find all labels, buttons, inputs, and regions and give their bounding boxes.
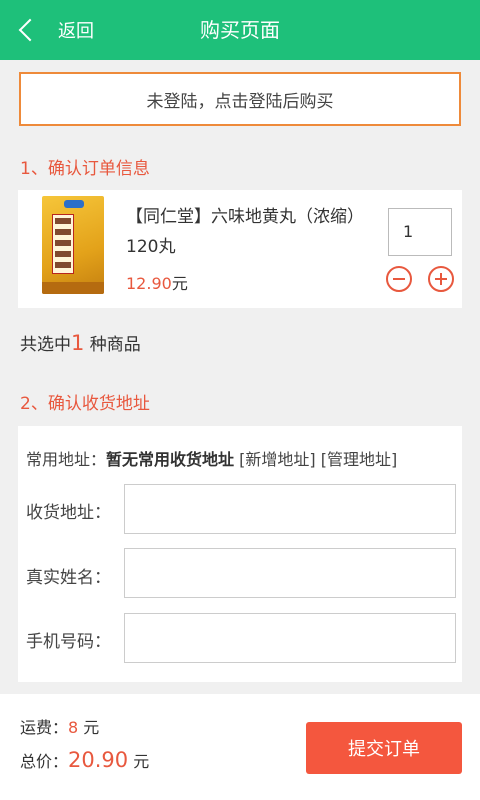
selection-suffix: 种商品 <box>84 335 141 355</box>
order-section-title: 1、确认订单信息 <box>20 159 150 179</box>
product-card: 【同仁堂】六味地黄丸（浓缩）120丸 12.90元 1 <box>18 190 462 308</box>
phone-field[interactable] <box>124 613 456 663</box>
phone-field-label: 手机号码： <box>26 632 111 652</box>
footer-bar: 运费：8 元 总价：20.90 元 提交订单 <box>0 694 480 800</box>
common-address-label: 常用地址： <box>26 450 107 469</box>
add-address-link[interactable]: [新增地址] <box>239 450 316 469</box>
address-section-title: 2、确认收货地址 <box>20 394 150 414</box>
shipping-unit: 元 <box>78 718 100 737</box>
shipping-fee: 运费：8 元 <box>20 714 99 738</box>
product-name[interactable]: 【同仁堂】六味地黄丸（浓缩）120丸 <box>126 202 366 262</box>
shipping-label: 运费： <box>20 718 69 737</box>
header-bar: 返回 购买页面 <box>0 0 480 60</box>
name-field[interactable] <box>124 548 456 598</box>
minus-icon[interactable] <box>386 266 412 292</box>
quantity-input[interactable]: 1 <box>388 208 452 256</box>
total-unit: 元 <box>128 752 150 771</box>
address-form: 常用地址：暂无常用收货地址 [新增地址] [管理地址] 收货地址： 真实姓名： … <box>18 426 462 682</box>
price-unit: 元 <box>171 274 188 293</box>
shipping-value: 8 <box>68 718 79 737</box>
total-price: 总价：20.90 元 <box>20 748 149 772</box>
product-price: 12.90元 <box>126 270 188 294</box>
address-field[interactable] <box>124 484 456 534</box>
submit-order-button[interactable]: 提交订单 <box>306 722 462 774</box>
page-title: 购买页面 <box>200 18 280 42</box>
selection-prefix: 共选中 <box>20 335 71 355</box>
selection-number: 1 <box>71 331 85 355</box>
total-label: 总价： <box>20 752 69 771</box>
selection-count: 共选中1 种商品 <box>20 330 141 355</box>
plus-icon[interactable] <box>428 266 454 292</box>
common-address-value: 暂无常用收货地址 <box>106 450 235 469</box>
name-field-label: 真实姓名： <box>26 568 111 588</box>
common-address-row: 常用地址：暂无常用收货地址 [新增地址] [管理地址] <box>26 446 397 470</box>
total-value: 20.90 <box>68 748 129 772</box>
address-field-label: 收货地址： <box>26 503 111 523</box>
login-banner[interactable]: 未登陆，点击登陆后购买 <box>19 72 461 126</box>
manage-address-link[interactable]: [管理地址] <box>321 450 398 469</box>
price-value: 12.90 <box>126 274 172 293</box>
product-image[interactable] <box>42 196 104 294</box>
